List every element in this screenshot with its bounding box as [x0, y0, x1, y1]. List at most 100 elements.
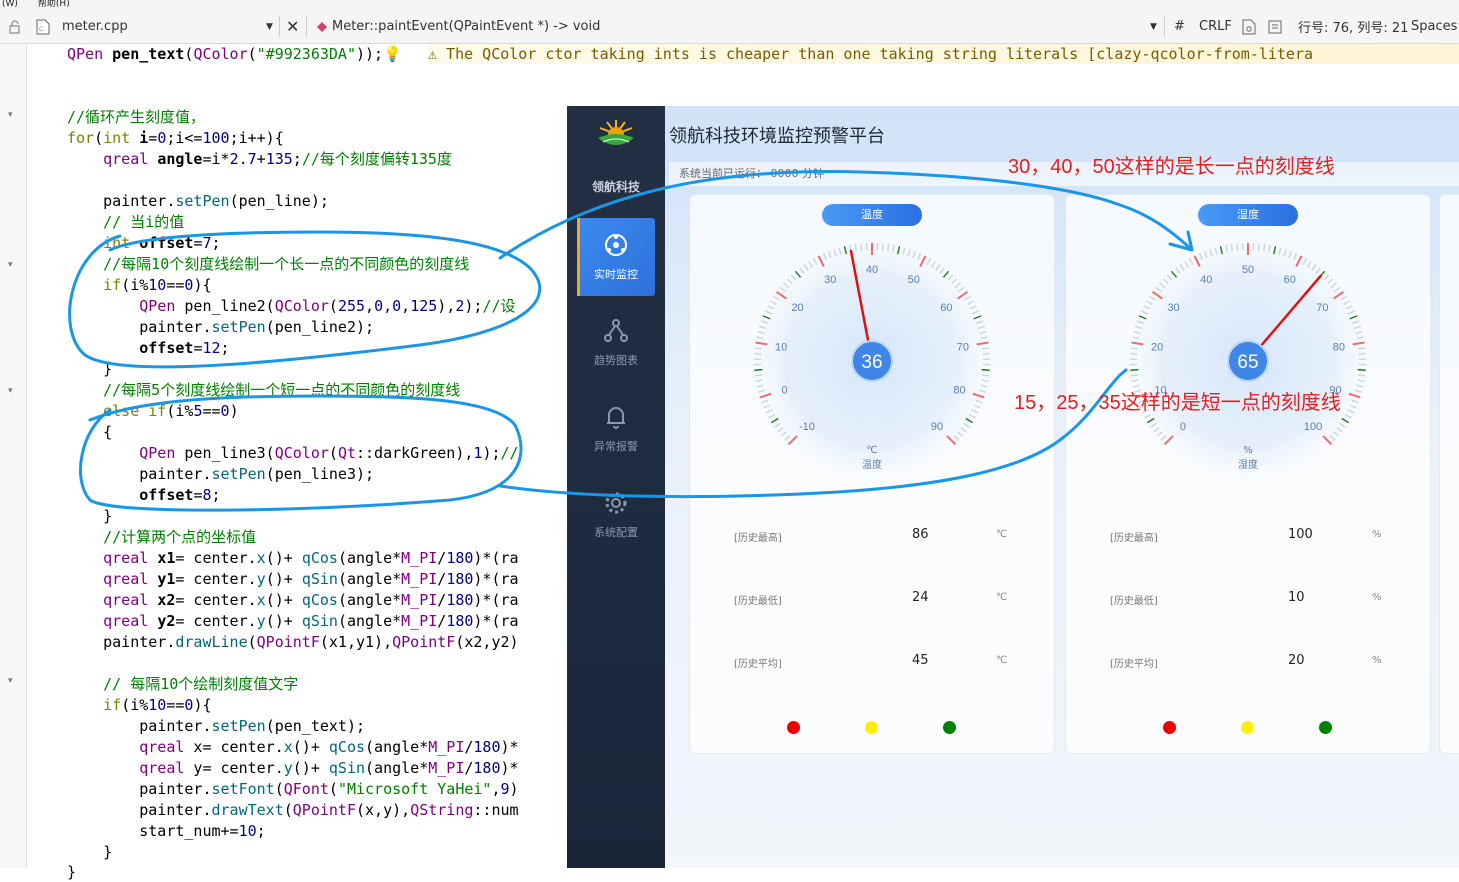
code-line: // 每隔10个绘制刻度值文字 — [67, 674, 298, 694]
function-selector[interactable]: Meter::paintEvent(QPaintEvent *) -> void — [332, 10, 600, 43]
gauge-tick — [888, 244, 889, 251]
fold-marker-icon[interactable]: ▾ — [8, 676, 13, 686]
stat-label: [历史最高] — [1110, 529, 1158, 544]
gauge-tick-label: 60 — [940, 302, 952, 314]
gauge-tick — [1237, 244, 1238, 251]
fold-marker-icon[interactable]: ▾ — [8, 386, 13, 396]
svg-text:C: C — [39, 26, 43, 33]
sidebar-item-trend[interactable]: 趋势图表 — [577, 304, 655, 382]
code-line: //每隔10个刻度线绘制一个长一点的不同颜色的刻度线 — [67, 254, 469, 274]
code-line: painter.setPen(pen_line2); — [67, 317, 374, 337]
gauge-tick — [982, 348, 989, 349]
gauge-unit: ℃ — [866, 445, 877, 456]
gauge-tick-label: 80 — [953, 384, 965, 396]
sidebar-item-label: 系统配置 — [594, 524, 638, 540]
stat-label: [历史最低] — [1110, 592, 1158, 607]
gauge-tick-label: 20 — [791, 302, 803, 314]
hash-indicator[interactable]: # — [1174, 10, 1185, 43]
sidebar-item-config[interactable]: 系统配置 — [577, 476, 655, 554]
function-dropdown-icon[interactable]: ▼ — [1150, 10, 1157, 43]
code-line: //计算两个点的坐标值 — [67, 527, 256, 547]
logo-icon — [595, 118, 637, 156]
gauge-tick — [1130, 370, 1138, 371]
code-line: painter.drawLine(QPointF(x1,y1),QPointF(… — [67, 632, 519, 652]
code-line: for(int i=0;i<=100;i++){ — [67, 128, 284, 148]
status-yellow-light — [865, 721, 878, 734]
temperature-card: 温度 -10010203040506070809036℃温度 [历史最高]86℃… — [689, 194, 1055, 754]
outline-icon[interactable] — [1268, 10, 1282, 43]
stat-row: [历史平均]20% — [1110, 655, 1410, 675]
file-name[interactable]: meter.cpp — [62, 10, 128, 43]
card-tag[interactable]: 湿度 — [1198, 204, 1298, 226]
gauge-tick — [1231, 244, 1232, 251]
status-green-light — [943, 721, 956, 734]
code-line: painter.setPen(pen_line3); — [67, 464, 374, 484]
stat-label: [历史最高] — [734, 529, 782, 544]
stat-row: [历史最高]100% — [1110, 529, 1410, 549]
code-line: QPen pen_line2(QColor(255,0,0,125),2);//… — [67, 296, 516, 316]
gauge-tick-label: 60 — [1284, 274, 1296, 286]
code-line: offset=12; — [67, 338, 230, 358]
gauge-tick — [1264, 244, 1265, 251]
gauge-tick — [755, 375, 762, 376]
gauge-tick-label: 0 — [1180, 421, 1186, 433]
document-settings-icon[interactable] — [1242, 10, 1256, 43]
clazy-warning: ⚠ The QColor ctor taking ints is cheaper… — [428, 44, 1459, 64]
gauge-tick — [1131, 375, 1138, 376]
gauge-name: 温度 — [862, 458, 882, 471]
gauge-tick-label: -10 — [799, 421, 815, 433]
close-file-icon[interactable]: ✕ — [286, 10, 299, 43]
gauge-tick — [982, 370, 990, 371]
stat-unit: % — [1372, 592, 1382, 603]
stat-value: 10 — [1288, 590, 1305, 605]
indent-setting[interactable]: Spaces: — [1411, 10, 1459, 43]
code-line: start_num+=10; — [67, 821, 266, 841]
gauge-tick-label: 70 — [1316, 302, 1328, 314]
sidebar-item-label: 实时监控 — [594, 266, 638, 282]
app-window: 领航科技 实时监控 趋势图表 异常报警 系统配置 领航科技环境监控预警平台 系统… — [567, 106, 1459, 868]
sidebar-item-alarm[interactable]: 异常报警 — [577, 390, 655, 468]
unlock-icon[interactable] — [8, 10, 22, 43]
status-red-light — [787, 721, 800, 734]
fold-marker-icon[interactable]: ▾ — [8, 260, 13, 270]
stat-row: [历史平均]45℃ — [734, 655, 1034, 675]
file-dropdown-icon[interactable]: ▼ — [266, 10, 273, 43]
humidity-gauge: 010203040506070809010065%湿度 — [1118, 231, 1378, 481]
menu-item-help[interactable]: 帮助(H) — [38, 0, 70, 9]
stat-unit: % — [1372, 529, 1382, 540]
card-tag[interactable]: 温度 — [822, 204, 922, 226]
sidebar-item-realtime[interactable]: 实时监控 — [577, 218, 655, 296]
stat-unit: % — [1372, 655, 1382, 666]
code-line: painter.setPen(pen_text); — [67, 716, 365, 736]
code-line: } — [67, 506, 112, 526]
gauge-tick — [1131, 348, 1138, 349]
code-line: if(i%10==0){ — [67, 695, 212, 715]
code-line: qreal y1= center.y()+ qSin(angle*M_PI/18… — [67, 569, 519, 589]
menu-item-window[interactable]: (W) — [2, 0, 18, 9]
gauge-tick-label: 10 — [775, 342, 787, 354]
stat-unit: ℃ — [996, 529, 1007, 540]
cursor-position[interactable]: 行号: 76, 列号: 21 — [1298, 10, 1408, 43]
status-red-light — [1163, 721, 1176, 734]
line-ending[interactable]: CRLF — [1199, 10, 1232, 43]
gauge-value: 36 — [861, 352, 882, 373]
status-green-light — [1319, 721, 1332, 734]
fold-marker-icon[interactable]: ▾ — [8, 110, 13, 120]
code-line: QPen pen_text(QColor("#992363DA"));💡 — [67, 44, 402, 64]
code-line: if(i%10==0){ — [67, 275, 212, 295]
divider — [306, 16, 307, 37]
gauge-tick-label: 10 — [1154, 384, 1166, 396]
divider — [1164, 16, 1165, 37]
code-line: } — [67, 359, 112, 379]
gauge-tick-label: 100 — [1304, 421, 1322, 433]
sidebar-item-label: 趋势图表 — [594, 352, 638, 368]
gauge-tick — [861, 244, 862, 251]
code-lines[interactable]: QPen pen_text(QColor("#992363DA"));💡 //循… — [67, 44, 103, 98]
menu-bar: (W) 帮助(H) — [0, 0, 1459, 10]
temperature-gauge: -10010203040506070809036℃温度 — [742, 231, 1002, 481]
gauge-tick — [754, 370, 762, 371]
code-line: qreal x1= center.x()+ qCos(angle*M_PI/18… — [67, 548, 519, 568]
bell-icon — [603, 404, 629, 430]
gauge-unit: % — [1243, 445, 1253, 456]
editor-toolbar: C meter.cpp ▼ ✕ Meter::paintEvent(QPaint… — [0, 10, 1459, 44]
